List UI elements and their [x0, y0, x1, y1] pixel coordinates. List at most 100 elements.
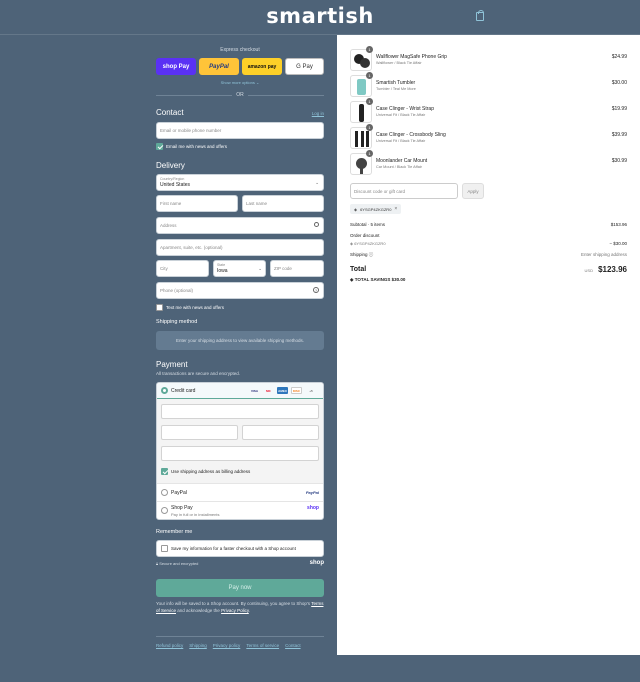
currency-label: USD: [584, 268, 593, 273]
order-summary: 1 Wallflower MagSafe Phone Grip Wallflow…: [337, 35, 640, 655]
terms-of-service-link[interactable]: Terms of service: [246, 643, 279, 648]
apply-button[interactable]: Apply: [462, 183, 484, 199]
tag-icon: ◈: [350, 241, 354, 246]
shipping-link[interactable]: Shipping: [189, 643, 207, 648]
help-icon[interactable]: ?: [313, 287, 319, 293]
zip-field[interactable]: ZIP code: [270, 260, 324, 277]
item-variant: Wallflower / Black Tie Affair: [376, 61, 422, 65]
smartish-logo[interactable]: smartish: [0, 4, 640, 28]
applied-code-tag: ◈ 6YSGP4ZKGZR0 ×: [350, 204, 402, 214]
amazon-pay-button[interactable]: amazon pay: [242, 58, 282, 75]
country-select[interactable]: Country/Region United States ⌄: [156, 174, 324, 191]
card-number-field[interactable]: [161, 404, 319, 419]
shop-pay-button[interactable]: shop Pay: [156, 58, 196, 75]
legal-text: Your info will be saved to a Shop accoun…: [156, 601, 324, 613]
first-name-field[interactable]: First name: [156, 195, 238, 212]
contact-link[interactable]: Contact: [285, 643, 301, 648]
item-price: $39.99: [611, 132, 627, 138]
shop-logo: shop: [309, 560, 324, 566]
shopping-bag-icon[interactable]: [476, 10, 484, 21]
expiration-field[interactable]: [161, 425, 238, 440]
item-price: $19.99: [611, 106, 627, 112]
order-discount-label: Order discount: [350, 233, 380, 238]
total-label: Total: [350, 266, 367, 273]
google-pay-button[interactable]: G Pay: [285, 58, 324, 75]
item-name: Moonlander Car Mount: [376, 158, 428, 164]
cart-item: 1 Moonlander Car Mount Car Mount / Black…: [350, 150, 627, 175]
lock-icon: 🔒︎: [156, 561, 159, 566]
tag-icon: ◈: [350, 277, 354, 282]
payment-subtitle: All transactions are secure and encrypte…: [156, 371, 241, 376]
item-variant: Universal Fit / Black Tie Affair: [376, 139, 426, 143]
privacy-link[interactable]: Privacy Policy: [221, 608, 249, 613]
apartment-field[interactable]: Apartment, suite, etc. (optional): [156, 239, 324, 256]
item-variant: Tumbler / Teal Me More: [376, 87, 416, 91]
refund-policy-link[interactable]: Refund policy: [156, 643, 183, 648]
last-name-field[interactable]: Last name: [242, 195, 324, 212]
phone-field[interactable]: Phone (optional) ?: [156, 282, 324, 299]
express-checkout-title: Express checkout: [220, 47, 260, 53]
remember-me-box[interactable]: Save my information for a faster checkou…: [156, 540, 324, 557]
show-more-options-link[interactable]: Show more options ⌄: [156, 80, 324, 85]
address-field[interactable]: Address: [156, 217, 324, 234]
remove-code-icon[interactable]: ×: [394, 206, 397, 212]
remember-me-title: Remember me: [156, 529, 193, 535]
quantity-badge: 1: [366, 98, 373, 105]
cart-item: 1 Wallflower MagSafe Phone Grip Wallflow…: [350, 46, 627, 71]
pay-now-button[interactable]: Pay now: [156, 579, 324, 597]
item-price: $30.00: [611, 80, 627, 86]
shipping-method-title: Shipping method: [156, 319, 198, 325]
paypal-radio[interactable]: [161, 489, 168, 496]
item-variant: Universal Fit / Black Tie Affair: [376, 113, 426, 117]
chevron-down-icon: ⌄: [315, 180, 319, 185]
security-code-field[interactable]: [242, 425, 319, 440]
privacy-policy-link[interactable]: Privacy policy: [213, 643, 241, 648]
paypal-logo: PayPal: [305, 490, 319, 495]
contact-title: Contact: [156, 108, 184, 117]
order-discount-code: ◈ 6YSGP4ZKGZR0: [350, 241, 386, 246]
shop-pay-label: Shop Pay: [171, 505, 193, 511]
discount-code-field[interactable]: Discount code or gift card: [350, 183, 458, 199]
or-divider: OR: [156, 92, 324, 98]
order-discount-value: − $30.00: [609, 241, 627, 246]
shop-pay-logo: shop: [307, 505, 319, 511]
save-info-label: Save my information for a faster checkou…: [171, 546, 296, 551]
shop-pay-option[interactable]: Shop Pay Pay in full or in installments …: [157, 501, 323, 519]
quantity-badge: 1: [366, 72, 373, 79]
help-icon[interactable]: ⓘ: [369, 252, 374, 257]
discover-icon: DISC: [291, 387, 302, 394]
text-news-checkbox[interactable]: [156, 304, 163, 311]
delivery-title: Delivery: [156, 161, 185, 170]
visa-icon: VISA: [250, 388, 258, 393]
item-price: $30.99: [611, 158, 627, 164]
login-link[interactable]: Log in: [312, 111, 324, 116]
email-field[interactable]: Email or mobile phone number: [156, 122, 324, 139]
shop-pay-radio[interactable]: [161, 507, 168, 514]
paypal-button[interactable]: PayPal: [199, 58, 239, 75]
footer-links: Refund policy Shipping Privacy policy Te…: [156, 636, 324, 648]
billing-same-checkbox[interactable]: [161, 468, 168, 475]
payment-options: Credit card VISA MC AMEX DISC +5 Use shi…: [156, 382, 324, 520]
credit-card-form: Use shipping address as billing address: [157, 399, 323, 483]
billing-same-label: Use shipping address as billing address: [171, 469, 251, 474]
shop-pay-sublabel: Pay in full or in installments: [171, 512, 220, 517]
city-field[interactable]: City: [156, 260, 209, 277]
name-on-card-field[interactable]: [161, 446, 319, 461]
payment-title: Payment: [156, 360, 188, 369]
item-price: $24.99: [611, 54, 627, 60]
credit-card-radio[interactable]: [161, 387, 168, 394]
save-info-checkbox[interactable]: [161, 545, 168, 552]
credit-card-option[interactable]: Credit card VISA MC AMEX DISC +5: [157, 383, 323, 399]
email-news-checkbox[interactable]: [156, 143, 163, 150]
text-news-label: Text me with news and offers: [166, 305, 224, 310]
paypal-option[interactable]: PayPal PayPal: [157, 483, 323, 501]
cart-item: 1 Case Clinger - Wrist Strap Universal F…: [350, 98, 627, 123]
credit-card-label: Credit card: [171, 388, 196, 394]
item-name: Wallflower MagSafe Phone Grip: [376, 54, 447, 60]
subtotal-value: $153.96: [610, 222, 627, 227]
secure-label: 🔒︎ Secure and encrypted: [156, 561, 199, 566]
shipping-label: Shipping ⓘ: [350, 252, 374, 257]
state-select[interactable]: State Iowa ⌄: [213, 260, 266, 277]
item-variant: Car Mount / Black Tie Affair: [376, 165, 422, 169]
cart-item: 1 Smartish Tumbler Tumbler / Teal Me Mor…: [350, 72, 627, 97]
